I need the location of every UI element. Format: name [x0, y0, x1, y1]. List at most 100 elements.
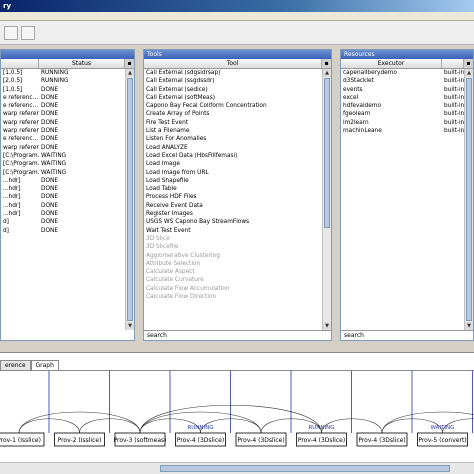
table-row[interactable]: ...hdr] DONE: [1, 210, 125, 218]
tool-label: List a Filename: [146, 128, 190, 135]
list-item[interactable]: Calculate Curvature: [144, 276, 322, 284]
table-row[interactable]: excel built-in: [341, 94, 464, 102]
tab-graph[interactable]: Graph: [30, 360, 59, 370]
table-row[interactable]: [1,0.5] DONE: [1, 86, 125, 94]
provenance-graph[interactable]: RUNNING RUNNING WAITING Prov-1 (Isslice) Pro…: [0, 370, 474, 462]
list-item[interactable]: Receive Event Data: [144, 202, 322, 210]
list-item[interactable]: Load ANALYZE: [144, 144, 322, 152]
tool-label: Wait Test Event: [146, 227, 191, 234]
vertical-scrollbar[interactable]: ▲ ▼: [464, 69, 473, 330]
scroll-thumb[interactable]: [160, 465, 450, 472]
table-row[interactable]: im2learn built-in: [341, 119, 464, 127]
table-row[interactable]: [C:\Program...WAITING: [1, 169, 125, 177]
scroll-down-icon[interactable]: ▼: [323, 322, 331, 330]
column-header-executor[interactable]: Executor: [341, 59, 442, 68]
column-header-status[interactable]: Status: [39, 59, 125, 68]
table-row[interactable]: [2,0.5] RUNNING: [1, 77, 125, 85]
vertical-scrollbar[interactable]: ▲ ▼: [322, 69, 331, 330]
list-item[interactable]: Load Table: [144, 185, 322, 193]
tools-search-input[interactable]: search: [144, 330, 331, 340]
scroll-down-icon[interactable]: ▼: [126, 322, 134, 330]
list-item[interactable]: List a Filename: [144, 127, 322, 135]
list-item[interactable]: Calculate Aspect: [144, 268, 322, 276]
list-item[interactable]: 3D Slicefile: [144, 243, 322, 251]
table-row[interactable]: d3Stacklet built-in: [341, 77, 464, 85]
cell-name: ...hdr]: [3, 177, 21, 184]
column-menu-button[interactable]: ▪: [125, 59, 134, 68]
table-row[interactable]: capenaliberydemo built-in: [341, 69, 464, 77]
vertical-scrollbar[interactable]: ▲ ▼: [125, 69, 134, 330]
list-item[interactable]: Process HDF Files: [144, 193, 322, 201]
list-item[interactable]: Load Excel Data (HbsFillfemasi): [144, 152, 322, 160]
cell-name: warp referenc...: [3, 119, 39, 126]
cell-status: DONE: [41, 219, 59, 226]
table-row[interactable]: ...hdr] DONE: [1, 202, 125, 210]
table-row[interactable]: warp referenc...DONE: [1, 119, 125, 127]
table-row[interactable]: warp referenc...DONE: [1, 127, 125, 135]
list-item[interactable]: Load Image: [144, 160, 322, 168]
list-item[interactable]: Fire Test Event: [144, 119, 322, 127]
column-header-tool[interactable]: Tool: [144, 59, 322, 68]
table-row[interactable]: e referenc... DONE: [1, 94, 125, 102]
table-row[interactable]: fgeolearn built-in: [341, 110, 464, 118]
table-row[interactable]: e referenc... DONE: [1, 135, 125, 143]
cell-status: DONE: [41, 202, 59, 209]
table-row[interactable]: [C:\Program...WAITING: [1, 160, 125, 168]
tool-label: Calculate Aspect: [146, 269, 195, 276]
scroll-up-icon[interactable]: ▲: [323, 69, 331, 77]
table-row[interactable]: [C:\Program...WAITING: [1, 152, 125, 160]
column-menu-button[interactable]: ▪: [464, 59, 473, 68]
scroll-thumb[interactable]: [324, 78, 330, 228]
list-item[interactable]: Calculate Flow Accumulation: [144, 285, 322, 293]
cell-executor: capenaliberydemo: [343, 70, 397, 76]
list-item[interactable]: Capono Bay Fecal Coliform Concentration: [144, 102, 322, 110]
list-item[interactable]: Load Shapefile: [144, 177, 322, 185]
table-row[interactable]: ...hdr] DONE: [1, 193, 125, 201]
table-row[interactable]: [1,0.5] RUNNING: [1, 69, 125, 77]
list-item[interactable]: Agglomerative Clustering: [144, 252, 322, 260]
toolbar-button[interactable]: [4, 26, 18, 40]
cell-status: RUNNING: [41, 78, 69, 85]
table-row[interactable]: ...hdr] DONE: [1, 177, 125, 185]
tool-label: Capono Bay Fecal Coliform Concentration: [146, 103, 267, 110]
table-row[interactable]: warp referenc...DONE: [1, 144, 125, 152]
table-row[interactable]: events built-in: [341, 86, 464, 94]
scroll-thumb[interactable]: [127, 78, 133, 321]
list-item[interactable]: Listen For Anomalies: [144, 135, 322, 143]
list-item[interactable]: Attribute Selection: [144, 260, 322, 268]
toolbar-button[interactable]: [21, 26, 35, 40]
resources-panel-title: Resources: [341, 50, 473, 59]
tab-provenance[interactable]: erence: [0, 360, 31, 370]
resources-search-input[interactable]: search: [341, 330, 473, 340]
list-item[interactable]: Calculate Flow Direction: [144, 293, 322, 301]
list-item[interactable]: Call External (ssgdssdr): [144, 77, 322, 85]
scroll-thumb[interactable]: [466, 78, 472, 321]
list-item[interactable]: Register Images: [144, 210, 322, 218]
column-menu-button[interactable]: ▪: [322, 59, 331, 68]
list-item[interactable]: Load Image from URL: [144, 169, 322, 177]
list-item[interactable]: Call External (softMeas): [144, 94, 322, 102]
tool-label: Register Images: [146, 211, 193, 218]
table-row[interactable]: hdfevaldemo built-in: [341, 102, 464, 110]
horizontal-scrollbar[interactable]: [0, 462, 474, 474]
scroll-down-icon[interactable]: ▼: [465, 322, 473, 330]
tool-label: USGS WS Capono Bay StreamFlows: [146, 219, 250, 226]
list-item[interactable]: Call External (sdgsidrsap): [144, 69, 322, 77]
list-item[interactable]: 3D Slice: [144, 235, 322, 243]
table-row[interactable]: ...hdr] DONE: [1, 185, 125, 193]
table-header: Executor ▪: [341, 59, 473, 69]
column-header-type[interactable]: [442, 59, 464, 68]
table-row[interactable]: warp referenc...DONE: [1, 110, 125, 118]
column-header-name[interactable]: [1, 59, 39, 68]
scroll-up-icon[interactable]: ▲: [126, 69, 134, 77]
list-item[interactable]: USGS WS Capono Bay StreamFlows: [144, 218, 322, 226]
scroll-up-icon[interactable]: ▲: [465, 69, 473, 77]
list-item[interactable]: Wait Test Event: [144, 227, 322, 235]
list-item[interactable]: Call External (sedice): [144, 86, 322, 94]
table-row[interactable]: e referenc... DONE: [1, 102, 125, 110]
table-row[interactable]: d] DONE: [1, 218, 125, 226]
table-row[interactable]: d] DONE: [1, 227, 125, 235]
graph-node-label: Prov-4 (3Dslice): [358, 437, 405, 444]
table-row[interactable]: machinLeane built-in: [341, 127, 464, 135]
list-item[interactable]: Create Array of Points: [144, 110, 322, 118]
